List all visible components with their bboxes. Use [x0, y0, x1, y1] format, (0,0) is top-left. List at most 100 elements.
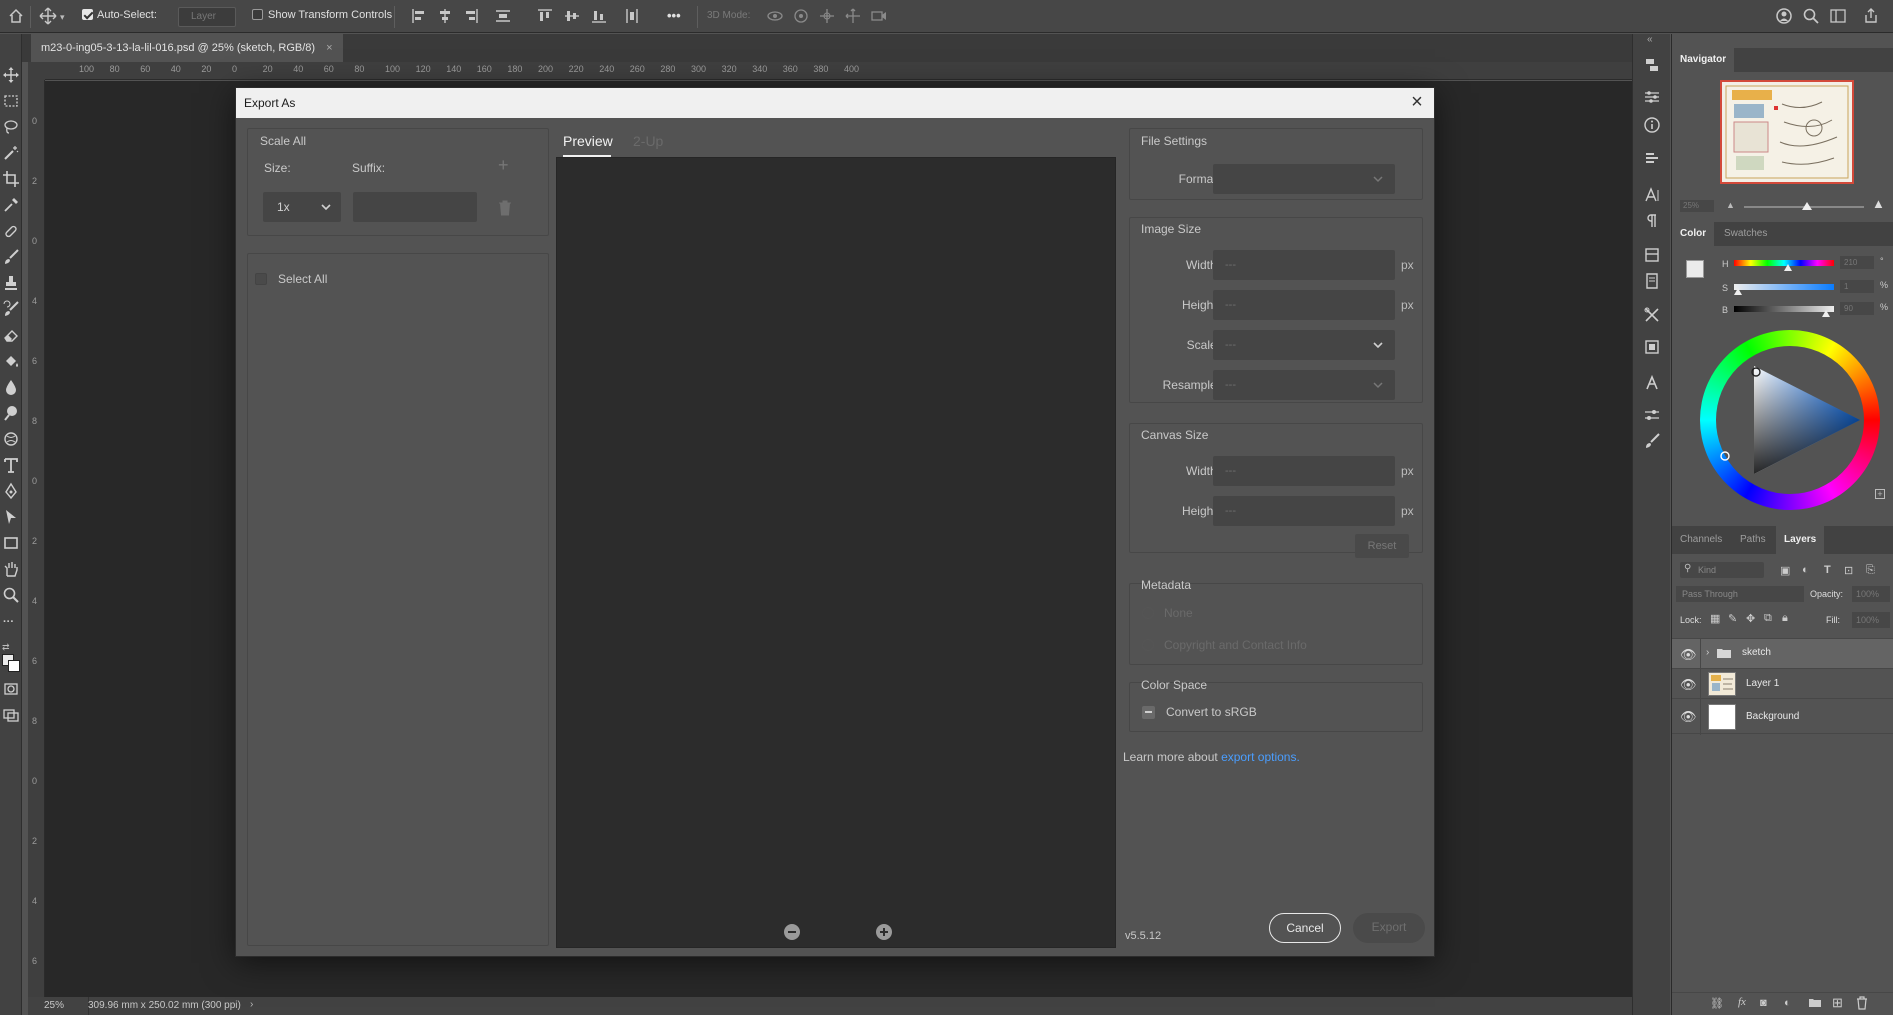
auto-select-dropdown[interactable]: Layer — [178, 7, 236, 27]
image-height-input[interactable]: --- — [1213, 290, 1395, 320]
tab-paths[interactable]: Paths — [1740, 526, 1766, 554]
character-icon[interactable] — [1643, 186, 1661, 204]
properties-icon[interactable] — [1643, 150, 1661, 168]
layer-row[interactable]: 👁︎ Background — [1672, 698, 1893, 735]
layer-kind-filter[interactable]: ⚲ Kind — [1680, 562, 1764, 578]
zoom-level[interactable]: 25% — [44, 1000, 64, 1011]
s-value-field[interactable]: 1 — [1840, 280, 1874, 293]
type-icon[interactable] — [2, 456, 20, 474]
3d-orbit-icon[interactable] — [766, 7, 784, 25]
tab-swatches[interactable]: Swatches — [1724, 222, 1767, 246]
add-mask-icon[interactable]: ◙ — [1760, 997, 1767, 1009]
opacity-field[interactable]: 100% — [1852, 586, 1890, 602]
lock-all-icon[interactable]: 🔒︎ — [1782, 612, 1788, 625]
3d-roll-icon[interactable] — [792, 7, 810, 25]
brush-settings-icon[interactable] — [1643, 406, 1661, 424]
align-vcenter-icon[interactable] — [563, 7, 581, 25]
filter-adjustment-icon[interactable]: ◐ — [1802, 564, 1809, 576]
show-transform-checkbox[interactable] — [252, 9, 263, 20]
color-wheel[interactable] — [1700, 330, 1880, 510]
brightness-slider-thumb[interactable] — [1822, 310, 1830, 317]
trash-icon[interactable] — [498, 200, 512, 216]
pen-icon[interactable] — [2, 430, 20, 448]
align-bottom-icon[interactable] — [590, 7, 608, 25]
hand-icon[interactable] — [2, 560, 20, 578]
pen-tool-icon[interactable] — [2, 482, 20, 500]
eye-icon[interactable]: 👁︎ — [1680, 709, 1697, 725]
new-group-icon[interactable] — [1808, 997, 1822, 1008]
healing-brush-icon[interactable] — [2, 222, 20, 240]
filter-type-icon[interactable]: T — [1824, 564, 1831, 576]
tab-layers[interactable]: Layers — [1776, 526, 1825, 554]
tool-presets-icon[interactable] — [1643, 306, 1661, 324]
blend-mode-dropdown[interactable]: Pass Through — [1676, 586, 1804, 602]
convert-srgb-checkbox[interactable] — [1142, 706, 1155, 719]
resample-dropdown[interactable]: --- — [1213, 370, 1395, 400]
marquee-icon[interactable] — [2, 92, 20, 110]
lasso-icon[interactable] — [2, 118, 20, 136]
cancel-button[interactable]: Cancel — [1269, 913, 1341, 943]
tab-2-up[interactable]: 2-Up — [633, 133, 663, 149]
scale-dropdown[interactable]: --- — [1213, 330, 1395, 360]
tab-navigator[interactable]: Navigator — [1672, 48, 1735, 72]
history-brush-icon[interactable] — [2, 300, 20, 318]
move-tool-icon[interactable] — [2, 66, 20, 84]
crop-icon[interactable] — [2, 170, 20, 188]
screen-mode-icon[interactable] — [2, 706, 20, 724]
reset-button[interactable]: Reset — [1355, 534, 1409, 558]
canvas-width-input[interactable]: --- — [1213, 456, 1395, 486]
3d-camera-icon[interactable] — [870, 7, 888, 25]
glyphs-icon[interactable] — [1643, 374, 1661, 392]
quick-mask-icon[interactable] — [2, 680, 20, 698]
distribute-h-icon[interactable] — [623, 7, 641, 25]
close-icon[interactable]: × — [1406, 92, 1428, 114]
zoom-in-mountain-icon[interactable]: ▲ — [1872, 196, 1885, 211]
3d-slide-icon[interactable] — [844, 7, 862, 25]
lock-transparent-icon[interactable]: ▦ — [1710, 612, 1720, 625]
path-select-icon[interactable] — [2, 508, 20, 526]
filter-smart-object-icon[interactable]: ⎘ — [1866, 564, 1875, 577]
navigator-thumbnail[interactable] — [1720, 80, 1854, 184]
blur-icon[interactable] — [2, 378, 20, 396]
layer-row[interactable]: 👁︎ › sketch — [1672, 638, 1893, 669]
workspace-icon[interactable] — [1829, 7, 1847, 25]
paint-bucket-icon[interactable] — [2, 352, 20, 370]
hue-slider-thumb[interactable] — [1784, 264, 1792, 271]
zoom-out-icon[interactable] — [784, 924, 800, 940]
suffix-input[interactable] — [353, 192, 477, 222]
brushes-icon[interactable] — [1643, 432, 1661, 450]
export-options-link[interactable]: export options. — [1221, 750, 1300, 764]
zoom-out-mountain-icon[interactable]: ▲ — [1726, 200, 1735, 210]
adjustments-icon[interactable] — [1643, 88, 1661, 106]
zoom-in-icon[interactable] — [876, 924, 892, 940]
eraser-icon[interactable] — [2, 326, 20, 344]
notes-icon[interactable] — [1643, 272, 1661, 290]
timeline-icon[interactable] — [1643, 338, 1661, 356]
lock-position-icon[interactable]: ✥ — [1746, 612, 1755, 625]
filter-shape-icon[interactable]: ⊡ — [1844, 564, 1853, 577]
eye-icon[interactable]: 👁︎ — [1680, 647, 1697, 663]
fx-icon[interactable]: fx — [1738, 996, 1746, 1008]
paragraph-icon[interactable] — [1643, 212, 1661, 230]
saturation-slider[interactable] — [1734, 284, 1834, 290]
info-icon[interactable] — [1643, 116, 1661, 134]
preview-area[interactable] — [556, 157, 1116, 948]
more-options-icon[interactable]: ••• — [667, 8, 681, 23]
navigator-slider-thumb[interactable] — [1802, 202, 1812, 210]
history-icon[interactable] — [1643, 56, 1661, 74]
export-button[interactable]: Export — [1353, 913, 1425, 943]
b-value-field[interactable]: 90 — [1840, 302, 1874, 315]
edit-toolbar-icon[interactable]: ··· — [3, 616, 14, 628]
tab-channels[interactable]: Channels — [1680, 526, 1722, 554]
auto-select-checkbox[interactable] — [82, 9, 93, 20]
clone-stamp-icon[interactable] — [2, 274, 20, 292]
canvas-height-input[interactable]: --- — [1213, 496, 1395, 526]
new-layer-icon[interactable]: ⊞ — [1832, 995, 1843, 1011]
eye-icon[interactable]: 👁︎ — [1680, 677, 1697, 693]
distribute-v-icon[interactable] — [494, 7, 512, 25]
search-icon[interactable] — [1802, 7, 1820, 25]
h-value-field[interactable]: 210 — [1840, 256, 1874, 269]
align-top-icon[interactable] — [536, 7, 554, 25]
navigator-zoom-field[interactable]: 25% — [1680, 200, 1714, 212]
chevron-down-icon[interactable]: ▾ — [60, 12, 65, 23]
